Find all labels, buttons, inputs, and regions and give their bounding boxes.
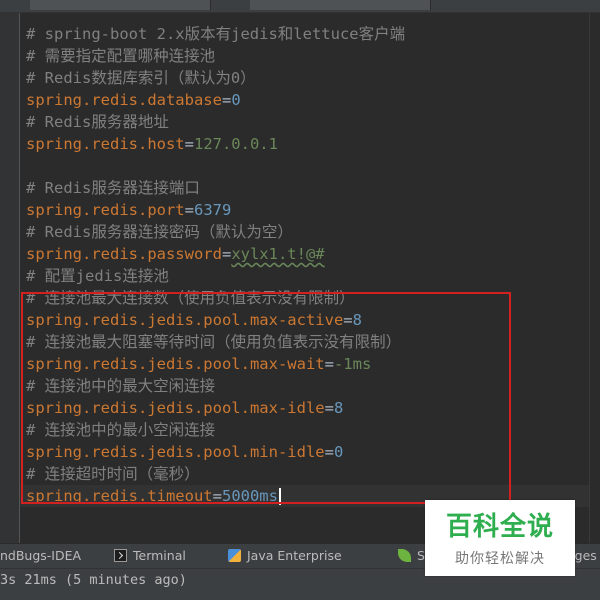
code-line: spring.redis.jedis.pool.max-wait=-1ms (26, 353, 371, 375)
comment-text: # 连接池最大阻塞等待时间（使用负值表示没有限制） (26, 333, 402, 351)
tool-spring[interactable]: S (398, 544, 425, 568)
watermark-title: 百科全说 (445, 512, 554, 542)
editor-tab[interactable] (250, 0, 431, 10)
spring-icon (398, 549, 411, 562)
code-line: spring.redis.jedis.pool.max-idle=8 (26, 397, 343, 419)
comment-text: # 配置jedis连接池 (26, 267, 169, 285)
comment-text: # 连接池中的最小空闲连接 (26, 421, 216, 439)
equals-operator: = (184, 201, 194, 219)
equals-operator: = (184, 135, 194, 153)
code-line: # spring-boot 2.x版本有jedis和lettuce客户端 (26, 23, 405, 45)
tool-java-enterprise-label: Java Enterprise (247, 548, 342, 563)
comment-text: # Redis服务器地址 (26, 113, 169, 131)
property-key: spring.redis.host (26, 135, 185, 153)
java-enterprise-icon (228, 549, 241, 562)
code-line: # Redis服务器连接端口 (26, 177, 200, 199)
window-bottom-edge (0, 590, 600, 600)
property-key: spring.redis.password (26, 245, 222, 263)
tool-findbugs-label: ndBugs-IDEA (0, 548, 82, 563)
code-line: # 连接池最大连接数（使用负值表示没有限制） (26, 287, 355, 309)
code-line: # 连接超时时间（毫秒） (26, 463, 200, 485)
code-line: # Redis服务器地址 (26, 111, 169, 133)
equals-operator: = (221, 245, 232, 263)
code-line: # 需要指定配置哪种连接池 (26, 45, 215, 67)
tool-findbugs[interactable]: ndBugs-IDEA (0, 544, 81, 568)
code-line: # Redis服务器连接密码（默认为空） (26, 221, 293, 243)
property-value: 5000ms (221, 487, 278, 505)
code-line: # Redis数据库索引（默认为0） (26, 67, 256, 89)
code-line: # 连接池中的最小空闲连接 (26, 419, 215, 441)
comment-text: # 连接超时时间（毫秒） (26, 465, 200, 483)
comment-text: # 连接池最大连接数（使用负值表示没有限制） (26, 289, 355, 307)
code-line: # 连接池最大阻塞等待时间（使用负值表示没有限制） (26, 331, 401, 353)
code-line-current: spring.redis.timeout=5000ms (26, 485, 281, 507)
property-key: spring.redis.jedis.pool.max-wait (26, 355, 325, 373)
editor-tab[interactable] (30, 0, 211, 10)
property-key: spring.redis.database (26, 91, 222, 109)
property-value: -1ms (333, 355, 372, 373)
code-editor[interactable]: # spring-boot 2.x版本有jedis和lettuce客户端 # 需… (20, 13, 600, 543)
property-value: 0 (333, 443, 344, 461)
property-key: spring.redis.jedis.pool.max-idle (26, 399, 325, 417)
status-message: 3s 21ms (5 minutes ago) (0, 572, 187, 588)
code-line: spring.redis.database=0 (26, 89, 241, 111)
equals-operator: = (324, 399, 334, 417)
property-key: spring.redis.jedis.pool.min-idle (26, 443, 325, 461)
comment-text: # Redis服务器连接密码（默认为空） (26, 223, 293, 241)
comment-text: # Redis数据库索引（默认为0） (26, 69, 256, 87)
property-value: 6379 (193, 201, 232, 219)
tool-spring-label: S (417, 548, 425, 563)
code-line: spring.redis.host=127.0.0.1 (26, 133, 278, 155)
property-key: spring.redis.timeout (26, 487, 213, 505)
comment-text: # Redis服务器连接端口 (26, 179, 200, 197)
editor-scrollbar[interactable] (589, 13, 600, 543)
terminal-icon (114, 549, 127, 562)
equals-operator: = (324, 355, 334, 373)
code-line: spring.redis.jedis.pool.min-idle=0 (26, 441, 343, 463)
code-line: spring.redis.port=6379 (26, 199, 231, 221)
code-line: spring.redis.jedis.pool.max-active=8 (26, 309, 362, 331)
editor-tab-strip (0, 0, 600, 13)
property-key: spring.redis.port (26, 201, 185, 219)
tool-java-enterprise[interactable]: Java Enterprise (228, 544, 342, 568)
property-key: spring.redis.jedis.pool.max-active (26, 311, 344, 329)
watermark-subtitle: 助你轻松解决 (455, 551, 545, 567)
tool-terminal-label: Terminal (133, 548, 186, 563)
comment-text: # 连接池中的最大空闲连接 (26, 377, 216, 395)
text-caret (278, 488, 281, 505)
code-line: # 连接池中的最大空闲连接 (26, 375, 215, 397)
equals-operator: = (324, 443, 334, 461)
code-line: spring.redis.password=xylx1.t!@# (26, 243, 325, 265)
equals-operator: = (212, 487, 222, 505)
equals-operator: = (221, 91, 232, 109)
property-value: 8 (333, 399, 344, 417)
code-line: # 配置jedis连接池 (26, 265, 169, 287)
comment-text: # 需要指定配置哪种连接池 (26, 47, 216, 65)
property-value: 8 (352, 311, 362, 329)
equals-operator: = (343, 311, 353, 329)
tool-terminal[interactable]: Terminal (114, 544, 186, 568)
watermark-logo: 百科全说 助你轻松解决 (425, 500, 575, 576)
comment-text: # spring-boot 2.x版本有jedis和lettuce客户端 (26, 25, 406, 43)
property-value: xylx1.t!@# (231, 245, 325, 263)
editor-gutter (0, 13, 20, 543)
property-value: 0 (231, 91, 241, 109)
ide-window: # spring-boot 2.x版本有jedis和lettuce客户端 # 需… (0, 0, 600, 600)
property-value: 127.0.0.1 (193, 135, 278, 153)
